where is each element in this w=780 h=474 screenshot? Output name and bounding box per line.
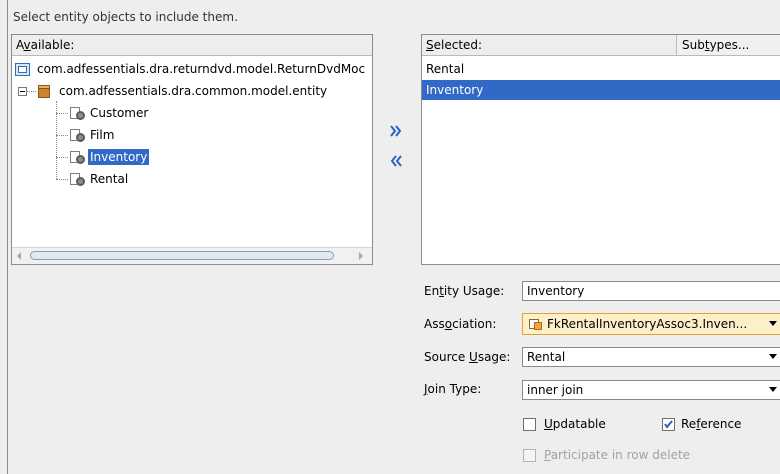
tree-entity-inventory[interactable]: Inventory (56, 149, 256, 167)
entity-object-icon (70, 150, 86, 166)
add-selected-button[interactable] (388, 123, 404, 139)
association-label: Association: (424, 317, 497, 331)
window-left-edge (0, 0, 8, 474)
entity-object-icon (70, 106, 86, 122)
association-select[interactable]: FkRentalInventoryAssoc3.Inven... (522, 313, 780, 335)
subtypes-button[interactable]: Subtypes... (676, 35, 780, 55)
entity-label: Rental (90, 172, 129, 186)
entity-label-selected: Inventory (88, 149, 150, 165)
reference-label: Reference (681, 417, 742, 431)
entity-object-icon (70, 128, 86, 144)
entity-label: Customer (90, 106, 149, 120)
scroll-right-icon[interactable] (359, 252, 363, 260)
participate-checkbox[interactable]: Participate in row delete (523, 448, 743, 464)
available-label: Available: (16, 38, 75, 52)
available-header: Available: (12, 35, 372, 56)
updatable-checkbox[interactable]: Updatable (523, 417, 643, 433)
entity-usage-label: Entity Usage: (424, 284, 505, 298)
selected-list-item[interactable]: Rental (422, 59, 780, 79)
checkbox-box[interactable] (662, 418, 675, 431)
selected-label: Selected: (426, 38, 483, 52)
available-panel: Available: com.adfessentials.dra.returnd… (11, 34, 373, 265)
tree-entity-rental[interactable]: Rental (56, 171, 256, 189)
collapse-toggle-icon[interactable] (18, 87, 27, 96)
source-usage-label: Source Usage: (424, 350, 511, 364)
tree-root-label: com.adfessentials.dra.returndvd.model.Re… (37, 62, 366, 76)
checkbox-box[interactable] (523, 449, 536, 462)
source-usage-value: Rental (527, 350, 566, 364)
project-icon (15, 63, 30, 76)
entity-label: Film (90, 128, 115, 142)
scroll-left-icon[interactable] (17, 252, 21, 260)
chevron-down-icon (769, 387, 777, 392)
entity-object-icon (70, 172, 86, 188)
selected-panel: Selected: Subtypes... Rental Inventory (421, 34, 780, 265)
tree-entity-customer[interactable]: Customer (56, 105, 256, 123)
chevron-down-icon (769, 321, 777, 326)
check-icon (664, 420, 673, 429)
selected-list-item-active[interactable]: Inventory (422, 80, 780, 100)
participate-label: Participate in row delete (544, 448, 691, 462)
double-chevron-left-icon (390, 155, 402, 167)
join-type-label: Join Type: (424, 382, 482, 396)
association-value: FkRentalInventoryAssoc3.Inven... (547, 317, 748, 331)
double-chevron-right-icon (390, 125, 402, 137)
tree-root-row[interactable]: com.adfessentials.dra.returndvd.model.Re… (15, 61, 370, 79)
reference-checkbox[interactable]: Reference (662, 417, 772, 433)
association-icon (529, 317, 543, 331)
chevron-down-icon (769, 354, 777, 359)
tree-entity-film[interactable]: Film (56, 127, 256, 145)
remove-selected-button[interactable] (388, 153, 404, 169)
selected-header: Selected: Subtypes... (422, 35, 780, 56)
scrollbar-thumb[interactable] (30, 251, 334, 260)
checkbox-box[interactable] (523, 418, 536, 431)
instruction-text: Select entity objects to include them. (13, 10, 238, 24)
tree-package-label: com.adfessentials.dra.common.model.entit… (59, 84, 328, 98)
tree-package-row[interactable]: com.adfessentials.dra.common.model.entit… (15, 83, 370, 101)
entity-usage-input[interactable]: Inventory (522, 281, 780, 301)
updatable-label: Updatable (544, 417, 606, 431)
package-icon (37, 84, 51, 99)
join-type-select[interactable]: inner join (522, 380, 780, 400)
horizontal-scrollbar[interactable] (12, 247, 372, 264)
source-usage-select[interactable]: Rental (522, 347, 780, 367)
join-type-value: inner join (527, 383, 584, 397)
